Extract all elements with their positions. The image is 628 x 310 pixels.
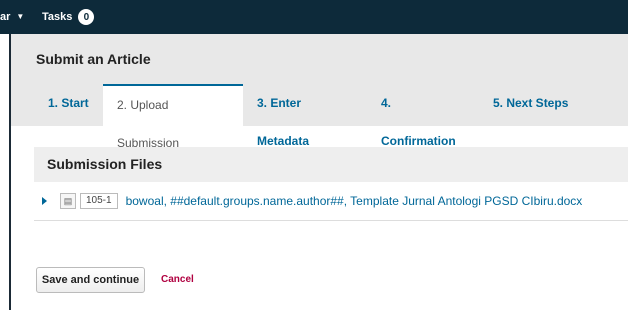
left-border <box>0 0 11 310</box>
document-icon: ▤ <box>60 193 76 209</box>
tab-confirmation[interactable]: 4. Confirmation <box>367 84 479 148</box>
top-navigation-bar: ar ▼ Tasks 0 <box>0 0 628 34</box>
save-and-continue-button[interactable]: Save and continue <box>36 267 145 293</box>
file-id-badge: 105-1 <box>80 193 118 209</box>
tasks-menu[interactable]: Tasks 0 <box>42 0 95 34</box>
tab-enter-metadata[interactable]: 3. Enter Metadata <box>243 84 367 148</box>
expand-arrow-icon[interactable] <box>42 197 47 205</box>
tab-next-steps[interactable]: 5. Next Steps <box>479 84 589 126</box>
cancel-link[interactable]: Cancel <box>161 274 194 285</box>
submission-files-title: Submission Files <box>47 156 163 172</box>
tab-upload-submission[interactable]: 2. Upload Submission <box>103 84 243 150</box>
caret-down-icon: ▼ <box>16 12 25 21</box>
page-title: Submit an Article <box>36 51 151 67</box>
tasks-count-badge: 0 <box>78 9 95 25</box>
file-name-link[interactable]: bowoal, ##default.groups.name.author##, … <box>126 194 583 208</box>
tasks-label: Tasks <box>42 11 73 23</box>
file-row: ▤ 105-1 bowoal, ##default.groups.name.au… <box>34 182 628 221</box>
user-menu-label: ar <box>0 11 11 23</box>
wizard-tabs: 1. Start 2. Upload Submission 3. Enter M… <box>34 84 589 150</box>
tab-start[interactable]: 1. Start <box>34 84 103 126</box>
user-menu[interactable]: ar ▼ <box>0 0 24 34</box>
